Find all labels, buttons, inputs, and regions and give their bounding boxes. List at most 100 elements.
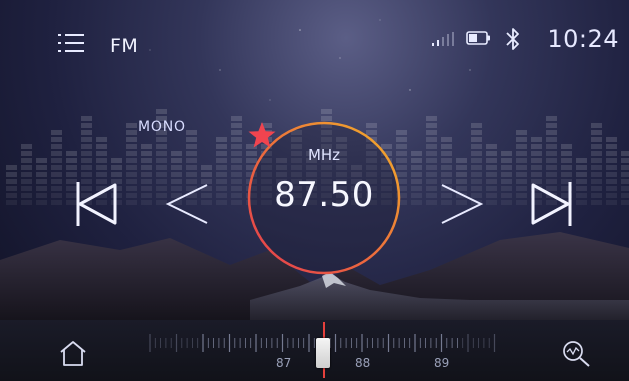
eq-block — [486, 165, 497, 170]
eq-block — [501, 193, 512, 198]
eq-block — [621, 200, 629, 205]
previous-station-button[interactable] — [68, 176, 124, 232]
seek-forward-button[interactable] — [433, 176, 489, 232]
eq-block — [66, 165, 77, 170]
eq-block — [426, 137, 437, 142]
eq-block — [231, 116, 242, 121]
eq-block — [21, 186, 32, 191]
eq-block — [621, 158, 629, 163]
eq-block — [561, 158, 572, 163]
eq-block — [141, 158, 152, 163]
eq-block — [501, 151, 512, 156]
eq-block — [411, 172, 422, 177]
eq-block — [231, 165, 242, 170]
eq-block — [606, 158, 617, 163]
eq-block — [231, 144, 242, 149]
seek-back-icon — [165, 184, 208, 224]
eq-block — [591, 151, 602, 156]
eq-block — [546, 123, 557, 128]
eq-block — [231, 151, 242, 156]
eq-block — [126, 144, 137, 149]
mono-indicator[interactable]: MONO — [138, 119, 186, 135]
frequency-dial[interactable]: MHz 87.50 — [247, 121, 401, 275]
eq-block — [216, 137, 227, 142]
next-station-button[interactable] — [524, 176, 580, 232]
eq-block — [216, 158, 227, 163]
eq-block — [606, 151, 617, 156]
eq-block — [606, 165, 617, 170]
eq-block — [441, 144, 452, 149]
eq-block — [516, 144, 527, 149]
eq-block — [51, 151, 62, 156]
eq-block — [531, 158, 542, 163]
menu-icon[interactable] — [58, 33, 84, 53]
eq-block — [546, 130, 557, 135]
eq-block — [186, 137, 197, 142]
eq-block — [546, 165, 557, 170]
eq-block — [51, 200, 62, 205]
eq-block — [591, 158, 602, 163]
eq-block — [531, 151, 542, 156]
eq-block — [486, 144, 497, 149]
eq-block — [111, 158, 122, 163]
eq-block — [591, 137, 602, 142]
eq-block — [516, 151, 527, 156]
eq-block — [36, 172, 47, 177]
favorite-star-icon[interactable] — [247, 121, 277, 149]
eq-block — [96, 158, 107, 163]
eq-block — [21, 165, 32, 170]
search-icon[interactable] — [560, 338, 592, 368]
eq-block — [96, 151, 107, 156]
eq-block — [126, 123, 137, 128]
eq-block — [126, 151, 137, 156]
eq-block — [231, 200, 242, 205]
eq-block — [156, 144, 167, 149]
eq-block — [531, 137, 542, 142]
eq-block — [621, 165, 629, 170]
eq-block — [411, 186, 422, 191]
eq-block — [546, 116, 557, 121]
eq-block — [426, 116, 437, 121]
eq-block — [516, 137, 527, 142]
eq-block — [591, 186, 602, 191]
eq-block — [36, 165, 47, 170]
eq-block — [141, 200, 152, 205]
eq-block — [231, 158, 242, 163]
eq-block — [426, 123, 437, 128]
eq-block — [546, 137, 557, 142]
eq-block — [591, 123, 602, 128]
eq-block — [96, 144, 107, 149]
eq-block — [546, 144, 557, 149]
eq-block — [36, 193, 47, 198]
eq-block — [21, 144, 32, 149]
eq-block — [621, 151, 629, 156]
eq-block — [126, 137, 137, 142]
eq-block — [231, 172, 242, 177]
eq-block — [126, 193, 137, 198]
tuner-slider-handle[interactable] — [316, 338, 330, 368]
eq-block — [6, 179, 17, 184]
eq-block — [426, 130, 437, 135]
eq-block — [591, 172, 602, 177]
seek-back-button[interactable] — [160, 176, 216, 232]
eq-block — [126, 179, 137, 184]
eq-block — [126, 158, 137, 163]
eq-block — [51, 186, 62, 191]
eq-block — [36, 200, 47, 205]
bluetooth-icon — [506, 28, 519, 50]
eq-block — [81, 123, 92, 128]
eq-block — [621, 172, 629, 177]
eq-block — [216, 151, 227, 156]
eq-block — [441, 165, 452, 170]
eq-block — [201, 165, 212, 170]
eq-block — [471, 123, 482, 128]
eq-block — [426, 151, 437, 156]
eq-block — [531, 165, 542, 170]
eq-block — [186, 165, 197, 170]
signal-icon — [432, 32, 454, 46]
eq-block — [591, 200, 602, 205]
home-icon[interactable] — [58, 339, 88, 367]
eq-block — [81, 137, 92, 142]
eq-block — [591, 179, 602, 184]
eq-block — [231, 123, 242, 128]
